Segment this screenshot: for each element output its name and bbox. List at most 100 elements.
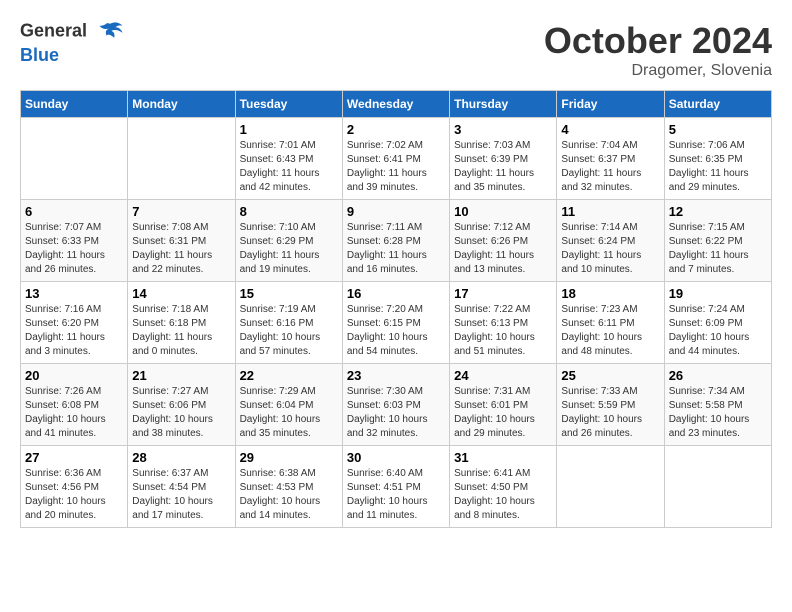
calendar-cell: 14Sunrise: 7:18 AM Sunset: 6:18 PM Dayli… xyxy=(128,282,235,364)
calendar-cell: 21 Sunrise: 7:27 AM Sunset: 6:06 PM Dayli… xyxy=(128,364,235,446)
logo: General Blue xyxy=(20,20,124,66)
column-header-thursday: Thursday xyxy=(450,91,557,118)
calendar-cell: 25Sunrise: 7:33 AM Sunset: 5:59 PM Dayli… xyxy=(557,364,664,446)
day-number: 13 xyxy=(25,286,123,301)
calendar-cell: 4 Sunrise: 7:04 AM Sunset: 6:37 PM Daylig… xyxy=(557,118,664,200)
calendar-cell: 18Sunrise: 7:23 AM Sunset: 6:11 PM Dayli… xyxy=(557,282,664,364)
day-number: 3 xyxy=(454,122,552,137)
day-info: Sunrise: 6:38 AM Sunset: 4:53 PM Dayligh… xyxy=(240,467,338,523)
day-number: 4 xyxy=(561,122,659,137)
day-number: 16 xyxy=(347,286,445,301)
calendar-week-row: 6 Sunrise: 7:07 AM Sunset: 6:33 PM Daylig… xyxy=(21,200,772,282)
calendar-cell: 31 Sunrise: 6:41 AM Sunset: 4:50 PM Dayli… xyxy=(450,446,557,528)
calendar-cell: 24 Sunrise: 7:31 AM Sunset: 6:01 PM Dayli… xyxy=(450,364,557,446)
day-info: Sunrise: 7:15 AM Sunset: 6:22 PM Dayligh… xyxy=(669,221,767,277)
day-info: Sunrise: 7:10 AM Sunset: 6:29 PM Dayligh… xyxy=(240,221,338,277)
day-info: Sunrise: 6:36 AM Sunset: 4:56 PM Dayligh… xyxy=(25,467,123,523)
day-number: 31 xyxy=(454,450,552,465)
column-header-saturday: Saturday xyxy=(664,91,771,118)
day-number: 24 xyxy=(454,368,552,383)
calendar-cell xyxy=(21,118,128,200)
day-info: Sunrise: 7:27 AM Sunset: 6:06 PM Dayligh… xyxy=(132,385,230,441)
calendar-cell: 5Sunrise: 7:06 AM Sunset: 6:35 PM Daylig… xyxy=(664,118,771,200)
day-info: Sunrise: 7:12 AM Sunset: 6:26 PM Dayligh… xyxy=(454,221,552,277)
calendar-cell: 7Sunrise: 7:08 AM Sunset: 6:31 PM Daylig… xyxy=(128,200,235,282)
day-info: Sunrise: 6:41 AM Sunset: 4:50 PM Dayligh… xyxy=(454,467,552,523)
day-number: 20 xyxy=(25,368,123,383)
location-subtitle: Dragomer, Slovenia xyxy=(544,62,772,80)
calendar-week-row: 13 Sunrise: 7:16 AM Sunset: 6:20 PM Dayli… xyxy=(21,282,772,364)
logo-general: General xyxy=(20,21,87,41)
day-info: Sunrise: 7:22 AM Sunset: 6:13 PM Dayligh… xyxy=(454,303,552,359)
day-info: Sunrise: 7:26 AM Sunset: 6:08 PM Dayligh… xyxy=(25,385,123,441)
day-info: Sunrise: 6:37 AM Sunset: 4:54 PM Dayligh… xyxy=(132,467,230,523)
day-number: 2 xyxy=(347,122,445,137)
day-info: Sunrise: 7:03 AM Sunset: 6:39 PM Dayligh… xyxy=(454,139,552,195)
calendar-cell: 9 Sunrise: 7:11 AM Sunset: 6:28 PM Daylig… xyxy=(342,200,449,282)
calendar-cell: 8 Sunrise: 7:10 AM Sunset: 6:29 PM Daylig… xyxy=(235,200,342,282)
day-info: Sunrise: 7:33 AM Sunset: 5:59 PM Dayligh… xyxy=(561,385,659,441)
day-number: 26 xyxy=(669,368,767,383)
calendar-cell: 29 Sunrise: 6:38 AM Sunset: 4:53 PM Dayli… xyxy=(235,446,342,528)
calendar-cell: 26Sunrise: 7:34 AM Sunset: 5:58 PM Dayli… xyxy=(664,364,771,446)
calendar-cell: 17 Sunrise: 7:22 AM Sunset: 6:13 PM Dayli… xyxy=(450,282,557,364)
day-info: Sunrise: 7:04 AM Sunset: 6:37 PM Dayligh… xyxy=(561,139,659,195)
day-info: Sunrise: 7:16 AM Sunset: 6:20 PM Dayligh… xyxy=(25,303,123,359)
title-section: October 2024 Dragomer, Slovenia xyxy=(544,20,772,80)
calendar-header-row: SundayMondayTuesdayWednesdayThursdayFrid… xyxy=(21,91,772,118)
calendar-cell xyxy=(128,118,235,200)
day-info: Sunrise: 6:40 AM Sunset: 4:51 PM Dayligh… xyxy=(347,467,445,523)
day-number: 30 xyxy=(347,450,445,465)
calendar-week-row: 27 Sunrise: 6:36 AM Sunset: 4:56 PM Dayli… xyxy=(21,446,772,528)
day-number: 17 xyxy=(454,286,552,301)
day-number: 22 xyxy=(240,368,338,383)
calendar-cell: 13 Sunrise: 7:16 AM Sunset: 6:20 PM Dayli… xyxy=(21,282,128,364)
calendar-week-row: 20 Sunrise: 7:26 AM Sunset: 6:08 PM Dayli… xyxy=(21,364,772,446)
day-number: 21 xyxy=(132,368,230,383)
calendar-cell: 15 Sunrise: 7:19 AM Sunset: 6:16 PM Dayli… xyxy=(235,282,342,364)
column-header-monday: Monday xyxy=(128,91,235,118)
column-header-tuesday: Tuesday xyxy=(235,91,342,118)
day-info: Sunrise: 7:31 AM Sunset: 6:01 PM Dayligh… xyxy=(454,385,552,441)
day-info: Sunrise: 7:20 AM Sunset: 6:15 PM Dayligh… xyxy=(347,303,445,359)
day-info: Sunrise: 7:19 AM Sunset: 6:16 PM Dayligh… xyxy=(240,303,338,359)
day-info: Sunrise: 7:07 AM Sunset: 6:33 PM Dayligh… xyxy=(25,221,123,277)
day-number: 6 xyxy=(25,204,123,219)
day-number: 11 xyxy=(561,204,659,219)
day-info: Sunrise: 7:29 AM Sunset: 6:04 PM Dayligh… xyxy=(240,385,338,441)
day-info: Sunrise: 7:18 AM Sunset: 6:18 PM Dayligh… xyxy=(132,303,230,359)
calendar-cell: 6 Sunrise: 7:07 AM Sunset: 6:33 PM Daylig… xyxy=(21,200,128,282)
calendar-cell: 12 Sunrise: 7:15 AM Sunset: 6:22 PM Dayli… xyxy=(664,200,771,282)
calendar-cell: 2 Sunrise: 7:02 AM Sunset: 6:41 PM Daylig… xyxy=(342,118,449,200)
calendar-cell: 27 Sunrise: 6:36 AM Sunset: 4:56 PM Dayli… xyxy=(21,446,128,528)
day-number: 15 xyxy=(240,286,338,301)
day-number: 12 xyxy=(669,204,767,219)
logo-blue: Blue xyxy=(20,45,59,65)
month-title: October 2024 xyxy=(544,20,772,62)
calendar-cell: 1Sunrise: 7:01 AM Sunset: 6:43 PM Daylig… xyxy=(235,118,342,200)
calendar-cell: 23 Sunrise: 7:30 AM Sunset: 6:03 PM Dayli… xyxy=(342,364,449,446)
day-info: Sunrise: 7:30 AM Sunset: 6:03 PM Dayligh… xyxy=(347,385,445,441)
day-info: Sunrise: 7:02 AM Sunset: 6:41 PM Dayligh… xyxy=(347,139,445,195)
day-number: 29 xyxy=(240,450,338,465)
day-number: 19 xyxy=(669,286,767,301)
logo-bird-icon xyxy=(96,20,124,45)
day-number: 18 xyxy=(561,286,659,301)
calendar-cell xyxy=(664,446,771,528)
calendar-cell: 3 Sunrise: 7:03 AM Sunset: 6:39 PM Daylig… xyxy=(450,118,557,200)
calendar-cell: 16 Sunrise: 7:20 AM Sunset: 6:15 PM Dayli… xyxy=(342,282,449,364)
calendar-cell: 22 Sunrise: 7:29 AM Sunset: 6:04 PM Dayli… xyxy=(235,364,342,446)
day-info: Sunrise: 7:08 AM Sunset: 6:31 PM Dayligh… xyxy=(132,221,230,277)
calendar-cell: 19Sunrise: 7:24 AM Sunset: 6:09 PM Dayli… xyxy=(664,282,771,364)
day-number: 5 xyxy=(669,122,767,137)
calendar-cell: 10 Sunrise: 7:12 AM Sunset: 6:26 PM Dayli… xyxy=(450,200,557,282)
day-number: 10 xyxy=(454,204,552,219)
day-info: Sunrise: 7:11 AM Sunset: 6:28 PM Dayligh… xyxy=(347,221,445,277)
day-number: 9 xyxy=(347,204,445,219)
day-number: 27 xyxy=(25,450,123,465)
day-info: Sunrise: 7:14 AM Sunset: 6:24 PM Dayligh… xyxy=(561,221,659,277)
column-header-wednesday: Wednesday xyxy=(342,91,449,118)
calendar-cell: 20 Sunrise: 7:26 AM Sunset: 6:08 PM Dayli… xyxy=(21,364,128,446)
day-number: 23 xyxy=(347,368,445,383)
day-number: 8 xyxy=(240,204,338,219)
